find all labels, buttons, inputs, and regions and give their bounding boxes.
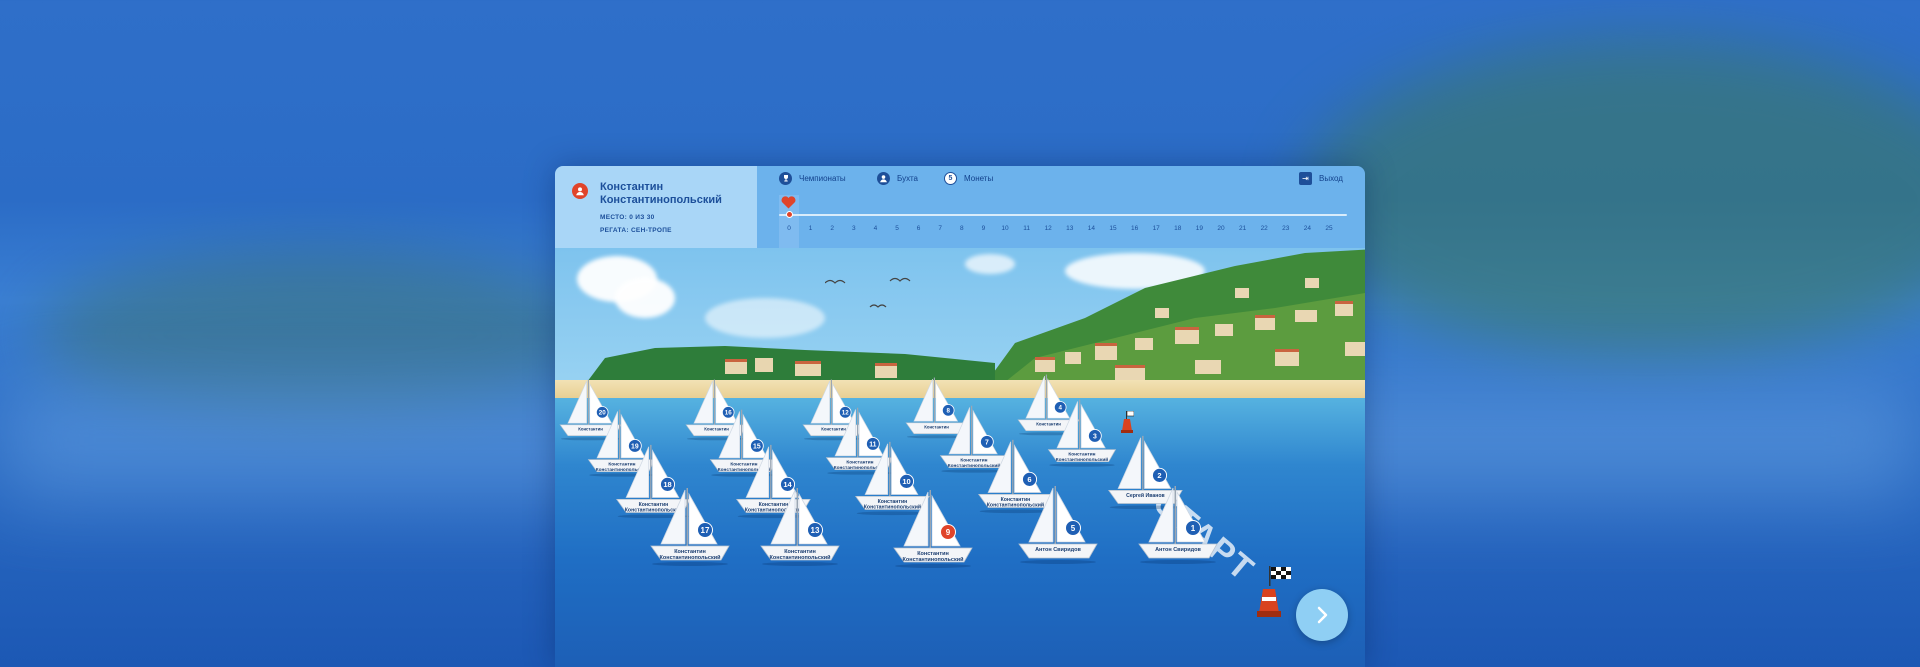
track-tick: 24 <box>1303 225 1311 232</box>
nav-coins[interactable]: 5 Монеты <box>944 169 993 187</box>
user-avatar-icon <box>572 183 588 199</box>
nav-bay[interactable]: Бухта <box>877 169 918 187</box>
boat-owner-name: Константин Константинопольский <box>659 549 721 561</box>
sailboat: 1 Антон Свиридов <box>1135 484 1221 574</box>
boat-number-badge: 1 <box>1185 520 1201 536</box>
track-tick: 5 <box>895 225 899 232</box>
boat-owner-name: Антон Свиридов <box>1035 547 1081 553</box>
nav-coins-label: Монеты <box>964 173 994 183</box>
player-panel: Константин Константинопольский МЕСТО: 0 … <box>555 166 757 248</box>
track-tick: 14 <box>1087 225 1095 232</box>
trophy-icon <box>779 171 792 185</box>
coin-icon: 5 <box>944 171 957 185</box>
nav-panel: Чемпионаты Бухта 5 Монеты ⇥ Выход 0 1 2 … <box>757 166 1365 248</box>
race-scene: СТАРТ 20 Константин 16 Константин 12 Констант… <box>555 248 1365 667</box>
chevron-right-icon <box>1317 606 1328 624</box>
track-tick: 7 <box>938 225 942 232</box>
boat-owner-name: Антон Свиридов <box>1155 547 1201 553</box>
track-tick: 1 <box>808 225 813 232</box>
exit-icon: ⇥ <box>1299 171 1312 185</box>
track-tick: 0 <box>787 225 791 232</box>
track-tick: 18 <box>1174 225 1182 232</box>
player-name: Константин Константинопольский <box>600 181 722 206</box>
boat-owner-name: Константин Константинопольский <box>902 551 964 563</box>
heart-balloon-icon <box>781 196 796 209</box>
track-tick: 16 <box>1130 225 1139 232</box>
track-tick: 12 <box>1044 225 1052 232</box>
nav-championships-label: Чемпионаты <box>799 173 846 183</box>
boat-number-badge: 5 <box>1065 520 1081 536</box>
track-tick: 13 <box>1066 225 1074 232</box>
nav-bay-label: Бухта <box>897 173 919 183</box>
track-tick: 21 <box>1238 225 1247 232</box>
boat-owner-name: Константин Константинопольский <box>769 549 831 561</box>
track-tick: 10 <box>1001 225 1009 232</box>
sailboat: 9 Константин Константинопольский <box>890 488 976 578</box>
track-tick: 6 <box>916 225 921 232</box>
track-tick: 22 <box>1260 225 1268 232</box>
track-tick: 11 <box>1023 225 1030 232</box>
track-tick: 23 <box>1282 225 1290 232</box>
track-tick: 20 <box>1217 225 1225 232</box>
track-tick: 3 <box>851 225 856 232</box>
game-window: Константин Константинопольский МЕСТО: 0 … <box>555 166 1365 667</box>
regatta-name: РЕГАТА: СЕН-ТРОПЕ <box>600 227 672 234</box>
sailboat: 5 Антон Свиридов <box>1015 484 1101 574</box>
top-bar: Константин Константинопольский МЕСТО: 0 … <box>555 166 1365 248</box>
boat-number-badge: 17 <box>697 522 713 538</box>
track-tick: 15 <box>1109 225 1117 232</box>
track-tick: 9 <box>981 225 986 232</box>
sailboat: 17 Константин Константинопольский <box>647 486 733 576</box>
buoy-icon <box>1121 411 1134 433</box>
boat-number-badge: 10 <box>899 473 915 489</box>
boat-number-badge: 13 <box>807 522 823 538</box>
progress-track <box>779 214 1347 216</box>
exit-button[interactable]: ⇥ Выход <box>1299 169 1343 187</box>
nav-championships[interactable]: Чемпионаты <box>779 169 846 187</box>
cloud <box>615 278 675 318</box>
track-tick: 19 <box>1195 225 1203 232</box>
track-tick: 17 <box>1152 225 1160 232</box>
checkered-flag-icon <box>1269 566 1291 586</box>
boat-number-badge: 3 <box>1088 428 1102 443</box>
seagulls <box>825 277 911 308</box>
track-tick: 4 <box>873 225 878 232</box>
player-place: МЕСТО: 0 ИЗ 30 <box>600 214 655 221</box>
background-hill <box>1300 40 1920 360</box>
boat-number-badge: 2 <box>1152 467 1168 483</box>
boat-number-badge: 9 <box>940 524 956 540</box>
track-tick: 8 <box>959 225 964 232</box>
exit-label: Выход <box>1319 173 1343 183</box>
next-button[interactable] <box>1296 589 1348 641</box>
player-position-dot <box>786 211 793 218</box>
user-icon <box>877 171 890 185</box>
track-tick: 2 <box>830 225 834 232</box>
sailboat: 13 Константин Константинопольский <box>757 486 843 576</box>
track-tick: 25 <box>1325 225 1333 232</box>
